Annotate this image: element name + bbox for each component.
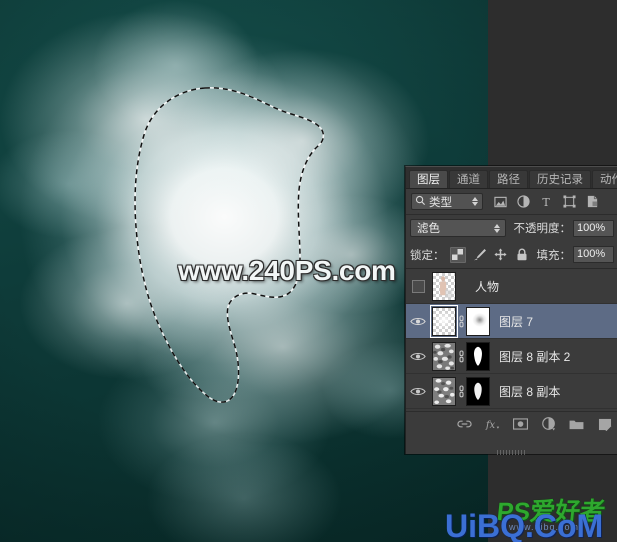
layer-name: 图层 8 副本 — [499, 384, 561, 399]
layer-mask-thumbnail[interactable] — [466, 306, 490, 336]
lock-all-icon[interactable] — [515, 248, 529, 262]
tab-actions[interactable]: 动作 — [592, 170, 617, 188]
panel-resize-grip[interactable] — [497, 450, 527, 455]
eye-icon — [410, 317, 426, 325]
layer-visibility-toggle[interactable] — [406, 304, 430, 338]
layer-visibility-toggle[interactable] — [406, 269, 430, 303]
blend-mode-row: 滤色 不透明度： 100% — [406, 215, 617, 241]
photoshop-window: www.240PS.com PS爱好者 www.uibq.com UiBQ.Co… — [0, 0, 617, 542]
new-adjustment-layer-icon[interactable] — [541, 417, 556, 432]
table-row[interactable]: 人物 — [406, 269, 617, 304]
fill-label: 填充： — [536, 249, 572, 262]
link-mask-icon[interactable] — [456, 384, 466, 398]
shape-layer-filter-icon[interactable] — [562, 195, 576, 209]
layer-name: 图层 7 — [499, 314, 534, 329]
lock-icon-group — [449, 246, 529, 263]
type-layer-filter-icon[interactable]: T — [539, 195, 553, 209]
opacity-label: 不透明度： — [513, 223, 572, 235]
chevron-updown-icon[interactable] — [493, 222, 502, 235]
layer-name: 人物 — [475, 279, 500, 294]
watermark-uibq-group: PS爱好者 www.uibq.com UiBQ.CoM — [445, 492, 617, 542]
blend-mode-value: 滤色 — [417, 223, 440, 235]
layer-name: 图层 8 副本 2 — [499, 349, 571, 364]
table-row[interactable]: 图层 7 — [406, 304, 617, 339]
watermark-240ps: www.240PS.com — [178, 255, 396, 286]
layer-thumbnail[interactable] — [432, 376, 456, 406]
fill-input[interactable]: 100% — [573, 246, 614, 263]
tab-history[interactable]: 历史记录 — [529, 170, 591, 188]
layer-list[interactable]: 人物 图层 7 图层 8 副本 2 图层 8 副本 — [406, 269, 617, 411]
watermark-uibq: UiBQ.CoM — [445, 508, 604, 542]
blend-mode-select[interactable]: 滤色 — [410, 219, 506, 237]
eye-icon — [410, 387, 426, 395]
eye-icon — [410, 352, 426, 360]
layer-thumbnail[interactable] — [432, 341, 456, 371]
pixel-layer-filter-icon[interactable] — [493, 195, 507, 209]
table-row[interactable]: 图层 8 副本 2 — [406, 339, 617, 374]
layer-visibility-toggle[interactable] — [406, 339, 430, 373]
layer-mask-thumbnail[interactable] — [466, 341, 490, 371]
lock-position-icon[interactable] — [494, 248, 508, 262]
tab-paths[interactable]: 路径 — [489, 170, 528, 188]
layer-filter-row: 类型 T — [406, 189, 617, 215]
layer-mask-thumbnail[interactable] — [466, 376, 490, 406]
filter-kind-label: 类型 — [429, 196, 452, 209]
opacity-input[interactable]: 100% — [573, 219, 614, 237]
add-layer-mask-icon[interactable] — [513, 417, 528, 432]
svg-text:T: T — [542, 196, 550, 208]
layer-thumbnail[interactable] — [430, 304, 458, 338]
search-icon — [415, 195, 426, 209]
new-group-icon[interactable] — [569, 417, 584, 432]
panel-tab-bar: 图层 通道 路径 历史记录 动作 — [406, 167, 617, 189]
link-mask-icon[interactable] — [456, 349, 466, 363]
lock-label: 锁定： — [410, 249, 445, 262]
new-layer-icon[interactable] — [597, 417, 612, 432]
chevron-updown-icon[interactable] — [470, 195, 479, 208]
adjustment-layer-filter-icon[interactable] — [516, 195, 530, 209]
tab-layers[interactable]: 图层 — [409, 170, 448, 188]
lock-transparent-pixels-icon[interactable] — [449, 246, 466, 263]
layers-panel-toolbar: fx — [406, 411, 617, 436]
smart-object-filter-icon[interactable] — [585, 195, 599, 209]
lock-row: 锁定： 填充： 100% — [406, 241, 617, 269]
tab-channels[interactable]: 通道 — [449, 170, 488, 188]
layers-panel: 图层 通道 路径 历史记录 动作 类型 — [405, 166, 617, 455]
layer-thumbnail[interactable] — [432, 271, 456, 301]
link-layers-icon[interactable] — [457, 417, 472, 432]
link-mask-icon[interactable] — [456, 314, 466, 328]
lock-image-pixels-icon[interactable] — [473, 248, 487, 262]
svg-text:fx: fx — [485, 420, 496, 431]
layer-style-fx-icon[interactable]: fx — [485, 417, 500, 432]
filter-kind-select[interactable]: 类型 — [411, 193, 483, 210]
table-row[interactable]: 图层 8 副本 — [406, 374, 617, 409]
layer-visibility-toggle[interactable] — [406, 374, 430, 408]
filter-icon-group: T — [493, 195, 599, 209]
eye-off-icon — [411, 279, 425, 293]
